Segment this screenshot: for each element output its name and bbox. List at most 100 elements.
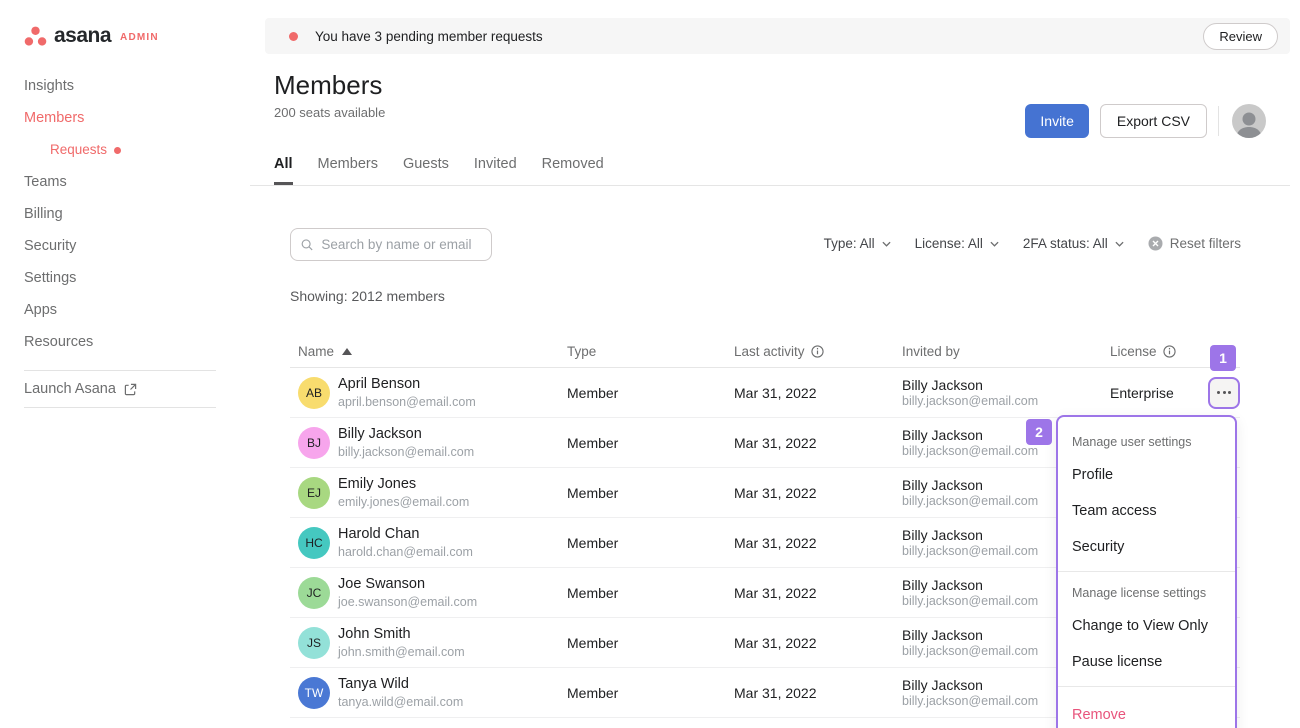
avatar-initials: BJ [307,436,321,450]
member-email: harold.chan@email.com [338,544,473,560]
tab-guests[interactable]: Guests [403,156,449,185]
avatar-initials: JC [307,586,322,600]
reset-filters-button[interactable]: Reset filters [1148,236,1241,251]
menu-item-remove[interactable]: Remove [1058,693,1235,728]
avatar: JC [298,577,330,609]
chevron-down-icon [1115,241,1124,247]
unread-dot [114,147,121,154]
member-type: Member [567,635,734,651]
circle-x-icon [1148,236,1163,251]
member-type: Member [567,385,734,401]
seats-available-text: 200 seats available [274,105,385,120]
avatar: EJ [298,477,330,509]
reset-filters-label: Reset filters [1170,236,1241,251]
last-activity: Mar 31, 2022 [734,485,902,501]
sidebar-item-label: Requests [50,134,107,166]
export-csv-button[interactable]: Export CSV [1100,104,1207,138]
tabs-divider [250,185,1290,186]
last-activity: Mar 31, 2022 [734,435,902,451]
tab-removed[interactable]: Removed [542,156,604,185]
sidebar-item-teams[interactable]: Teams [0,166,240,198]
member-name: Emily Jones [338,475,469,494]
search-icon [301,238,313,252]
sidebar-item-requests[interactable]: Requests [0,134,240,166]
last-activity: Mar 31, 2022 [734,635,902,651]
info-icon[interactable] [811,345,824,358]
column-header-license: License [1110,344,1208,359]
sidebar-item-resources[interactable]: Resources [0,326,240,358]
review-button[interactable]: Review [1203,23,1278,50]
filter-bar: Type: All License: All 2FA status: All R… [824,236,1241,251]
search-input[interactable] [321,237,481,252]
brand-name: asana [54,24,111,48]
asana-logo[interactable]: asana ADMIN [24,24,159,48]
menu-section-header: Manage license settings [1058,578,1235,608]
tab-all[interactable]: All [274,156,293,185]
member-type: Member [567,535,734,551]
sidebar-item-insights[interactable]: Insights [0,70,240,102]
member-type: Member [567,435,734,451]
2fa-filter-label: 2FA status: All [1023,236,1108,251]
sidebar-nav: Insights Members Requests Teams Billing … [0,70,240,358]
sidebar-item-security[interactable]: Security [0,230,240,262]
license-value: Enterprise [1110,385,1208,401]
external-link-icon [124,383,137,396]
avatar-initials: TW [305,686,324,700]
avatar: TW [298,677,330,709]
table-row[interactable]: AB April Bensonapril.benson@email.com Me… [290,368,1240,418]
last-activity: Mar 31, 2022 [734,585,902,601]
avatar: HC [298,527,330,559]
sidebar-item-label: Settings [24,262,76,294]
info-icon[interactable] [1163,345,1176,358]
asana-admin-console: asana ADMIN Insights Members Requests Te… [0,0,1300,728]
sidebar-item-billing[interactable]: Billing [0,198,240,230]
sidebar-item-apps[interactable]: Apps [0,294,240,326]
showing-count: Showing: 2012 members [290,288,445,304]
banner-text: You have 3 pending member requests [315,29,1203,44]
sidebar-item-settings[interactable]: Settings [0,262,240,294]
chevron-down-icon [990,241,999,247]
last-activity: Mar 31, 2022 [734,685,902,701]
tab-invited[interactable]: Invited [474,156,517,185]
alert-dot [289,32,298,41]
sidebar: asana ADMIN Insights Members Requests Te… [0,0,240,728]
search-box [290,228,492,261]
license-filter[interactable]: License: All [915,236,999,251]
type-filter[interactable]: Type: All [824,236,891,251]
pending-requests-banner: You have 3 pending member requests Revie… [265,18,1290,54]
2fa-status-filter[interactable]: 2FA status: All [1023,236,1124,251]
member-email: tanya.wild@email.com [338,694,463,710]
menu-item-team-access[interactable]: Team access [1058,493,1235,529]
menu-item-profile[interactable]: Profile [1058,457,1235,493]
sidebar-item-label: Security [24,230,76,262]
menu-item-security[interactable]: Security [1058,529,1235,565]
avatar-initials: JS [307,636,321,650]
launch-asana-link[interactable]: Launch Asana [24,381,137,397]
row-actions-button[interactable] [1208,377,1240,409]
avatar: AB [298,377,330,409]
menu-item-change-to-view-only[interactable]: Change to View Only [1058,608,1235,644]
avatar-initials: EJ [307,486,321,500]
sidebar-item-members[interactable]: Members [0,102,240,134]
column-header-name[interactable]: Name [298,344,567,359]
annotation-badge-1: 1 [1210,345,1236,371]
tab-members[interactable]: Members [318,156,378,185]
avatar-initials: HC [305,536,322,550]
annotation-badge-2: 2 [1026,419,1052,445]
menu-section-header: Manage user settings [1058,427,1235,457]
sidebar-item-label: Members [24,102,84,134]
column-label: License [1110,344,1157,359]
avatar: BJ [298,427,330,459]
sidebar-item-label: Insights [24,70,74,102]
invite-button[interactable]: Invite [1025,104,1088,138]
column-header-invited-by: Invited by [902,344,1110,359]
profile-avatar[interactable] [1232,104,1266,138]
column-header-last-activity: Last activity [734,344,902,359]
member-email: april.benson@email.com [338,394,476,410]
menu-item-pause-license[interactable]: Pause license [1058,644,1235,680]
sidebar-item-label: Teams [24,166,67,198]
member-type: Member [567,585,734,601]
column-label: Last activity [734,344,805,359]
menu-divider [1058,571,1235,572]
invited-by-name: Billy Jackson [902,377,1110,393]
